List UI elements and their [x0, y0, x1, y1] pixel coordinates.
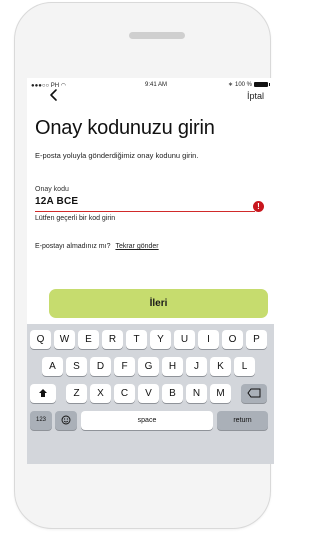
keyboard-row-1: Q W E R T Y U I O P: [27, 330, 274, 350]
key-i[interactable]: I: [198, 330, 219, 349]
key-d[interactable]: D: [90, 357, 111, 376]
key-o[interactable]: O: [222, 330, 243, 349]
key-e[interactable]: E: [78, 330, 99, 349]
status-bar: ●●●○○ PH ◠ 9:41 AM ∗ 100 %: [27, 78, 274, 92]
key-c[interactable]: C: [114, 384, 135, 403]
cancel-button[interactable]: İptal: [247, 91, 264, 101]
key-u[interactable]: U: [174, 330, 195, 349]
shift-key[interactable]: [30, 384, 56, 403]
error-message: Lütfen geçerli bir kod girin: [35, 215, 116, 222]
key-l[interactable]: L: [234, 357, 255, 376]
key-w[interactable]: W: [54, 330, 75, 349]
back-chevron-icon[interactable]: [47, 88, 61, 102]
key-m[interactable]: M: [210, 384, 231, 403]
backspace-icon: [247, 388, 261, 398]
keyboard-row-2: A S D F G H J K L: [27, 357, 274, 377]
status-time: 9:41 AM: [145, 82, 168, 88]
key-j[interactable]: J: [186, 357, 207, 376]
battery-indicator: ∗ 100 %: [227, 81, 270, 88]
key-h[interactable]: H: [162, 357, 183, 376]
page-description: E-posta yoluyla gönderdiğimiz onay kodun…: [35, 151, 199, 160]
code-input-underline: [35, 211, 255, 212]
smiley-icon: [61, 415, 71, 425]
delete-key[interactable]: [241, 384, 267, 403]
battery-percent: 100 %: [234, 81, 252, 88]
numbers-key[interactable]: 123: [30, 411, 52, 430]
onscreen-keyboard: Q W E R T Y U I O P A S D F G H J K L Z …: [27, 324, 274, 464]
key-p[interactable]: P: [246, 330, 267, 349]
bluetooth-icon: ∗: [227, 82, 233, 88]
return-key[interactable]: return: [217, 411, 268, 430]
wifi-icon: ◠: [60, 83, 67, 89]
keyboard-row-3: Z X C V B N M: [27, 384, 274, 404]
emoji-key[interactable]: [55, 411, 77, 430]
resend-prompt: E-postayı almadınız mı?: [35, 243, 111, 250]
key-r[interactable]: R: [102, 330, 123, 349]
key-a[interactable]: A: [42, 357, 63, 376]
code-field-label: Onay kodu: [35, 186, 69, 193]
phone-speaker: [129, 32, 185, 39]
shift-arrow-icon: [39, 389, 47, 397]
key-g[interactable]: G: [138, 357, 159, 376]
resend-row: E-postayı almadınız mı? Tekrar gönder: [35, 243, 159, 250]
key-k[interactable]: K: [210, 357, 231, 376]
key-z[interactable]: Z: [66, 384, 87, 403]
error-icon: !: [253, 201, 264, 212]
key-y[interactable]: Y: [150, 330, 171, 349]
page-title: Onay kodunuzu girin: [35, 117, 215, 139]
key-n[interactable]: N: [186, 384, 207, 403]
next-button-label: İleri: [149, 298, 168, 309]
code-input[interactable]: 12A BCE: [35, 196, 78, 207]
key-v[interactable]: V: [138, 384, 159, 403]
next-button[interactable]: İleri: [49, 289, 268, 318]
key-x[interactable]: X: [90, 384, 111, 403]
key-b[interactable]: B: [162, 384, 183, 403]
key-t[interactable]: T: [126, 330, 147, 349]
key-f[interactable]: F: [114, 357, 135, 376]
battery-icon: [254, 82, 270, 87]
space-key[interactable]: space: [81, 411, 213, 430]
resend-link[interactable]: Tekrar gönder: [115, 243, 158, 250]
key-q[interactable]: Q: [30, 330, 51, 349]
key-s[interactable]: S: [66, 357, 87, 376]
app-screen: ●●●○○ PH ◠ 9:41 AM ∗ 100 % İptal Onay ko…: [27, 78, 274, 464]
keyboard-row-4: 123 space return: [27, 411, 274, 431]
